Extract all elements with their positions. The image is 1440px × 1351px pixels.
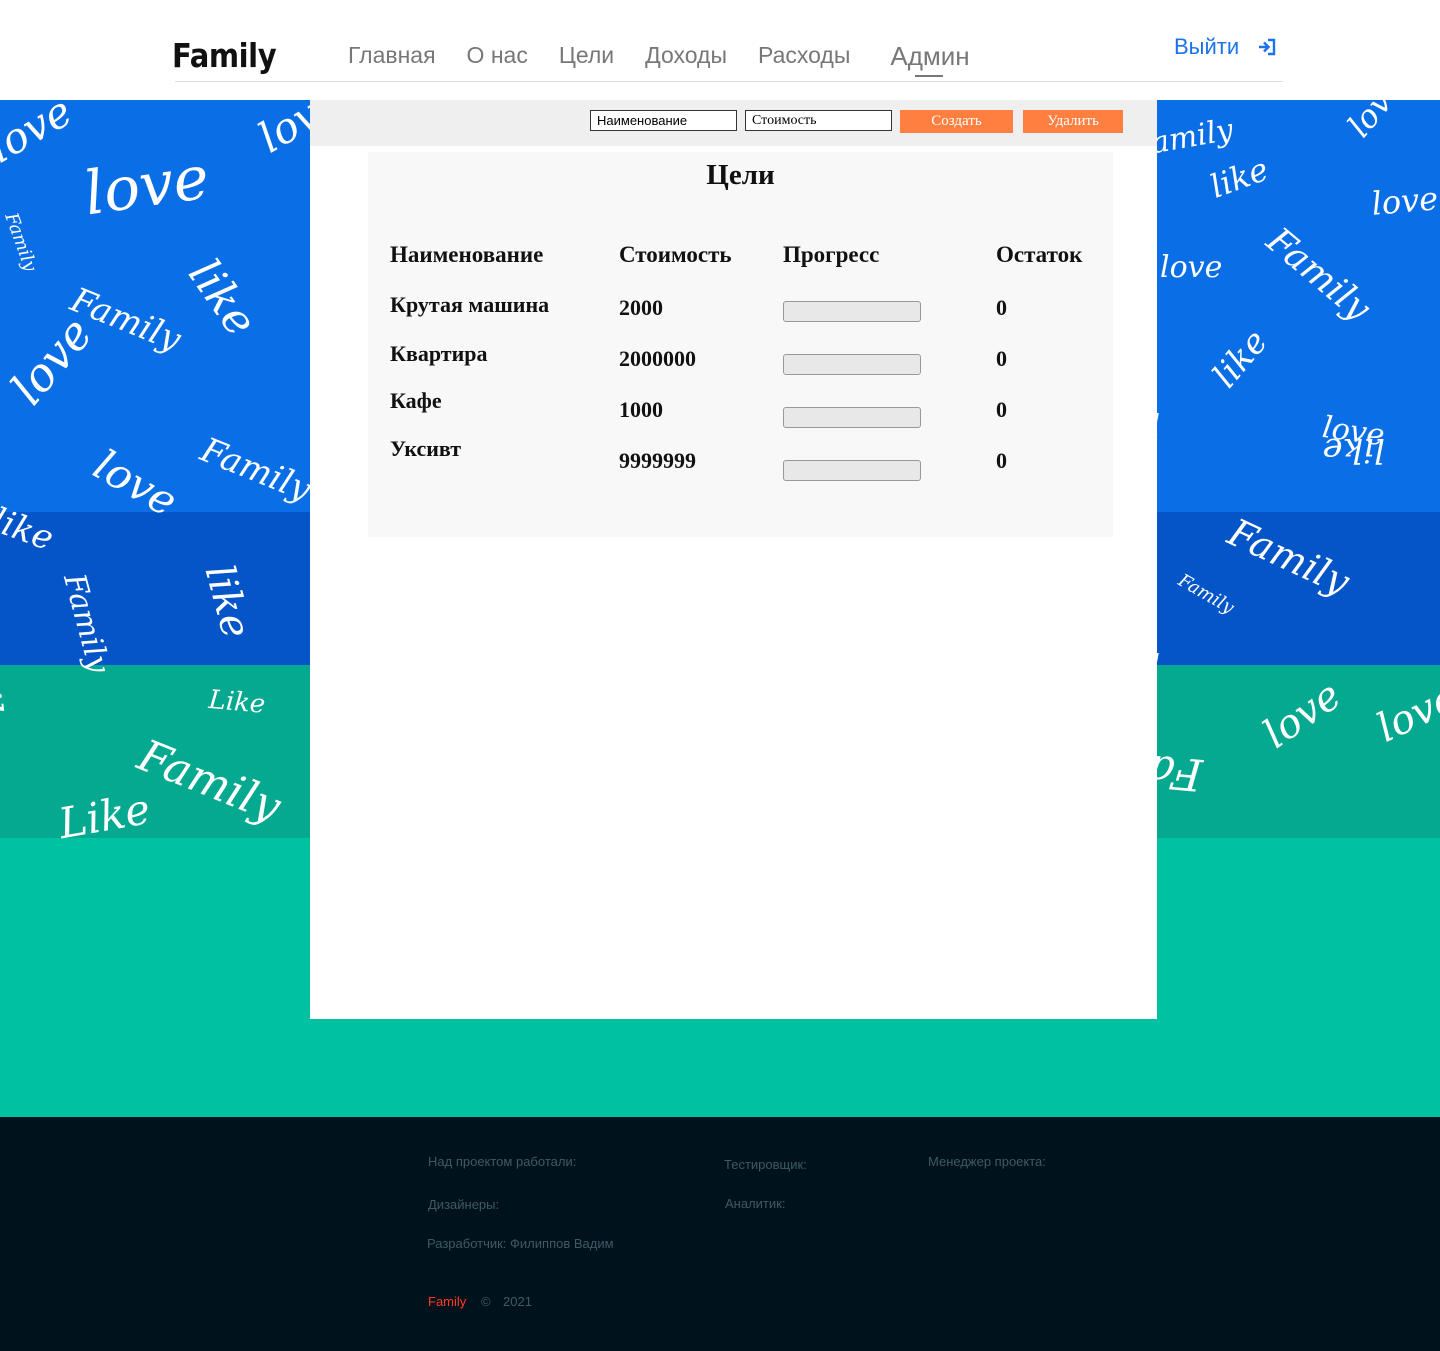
goal-cost: 1000 [619,397,663,422]
nav-home[interactable]: Главная [348,42,436,73]
header-divider [175,81,1283,82]
nav-admin[interactable]: Админ [890,41,970,77]
footer-tester: Тестировщик: [724,1157,807,1172]
delete-button[interactable]: Удалить [1023,110,1123,133]
goal-cost: 9999999 [619,448,696,473]
footer-worked-on: Над проектом работали: [428,1154,577,1169]
main-nav: Главная О нас Цели Доходы Расходы Админ [348,41,1001,77]
goal-remainder: 0 [996,295,1007,320]
progress-bar [783,354,921,375]
active-underline [915,75,944,77]
goal-name: Уксивт [390,436,462,461]
goals-table: Цели Наименование Стоимость Прогресс Ост… [368,152,1113,537]
nav-about[interactable]: О нас [467,42,528,73]
goal-remainder: 0 [996,448,1007,473]
nav-expenses[interactable]: Расходы [758,42,850,73]
goal-name: Кафе [390,388,442,413]
footer-brand[interactable]: Family [428,1294,466,1309]
logout-button[interactable]: Выйти [1174,34,1277,60]
goal-cost: 2000 [619,295,663,320]
logout-label: Выйти [1174,34,1240,59]
site-header: Family Главная О нас Цели Доходы Расходы… [0,0,1440,100]
site-logo[interactable]: Family [172,36,277,75]
footer-copyright: © [481,1294,491,1309]
column-header-cost: Стоимость [619,242,732,267]
column-header-remainder: Остаток [996,242,1083,267]
goal-toolbar: Создать Удалить [310,100,1157,146]
progress-bar [783,460,921,481]
progress-bar [783,407,921,428]
footer-developer: Разработчик: Филиппов Вадим [427,1236,614,1251]
footer-analyst: Аналитик: [725,1196,786,1211]
sign-in-icon [1259,38,1276,56]
site-footer: Над проектом работали: Дизайнеры: Разраб… [0,1117,1440,1351]
goal-name-input[interactable] [590,110,737,131]
footer-year: 2021 [503,1294,532,1309]
create-button[interactable]: Создать [900,110,1013,133]
nav-admin-label: Админ [890,41,970,71]
goal-remainder: 0 [996,346,1007,371]
footer-manager: Менеджер проекта: [928,1154,1046,1169]
column-header-progress: Прогресс [783,242,880,267]
nav-income[interactable]: Доходы [645,42,727,73]
goal-name: Квартира [390,341,488,366]
admin-panel: Создать Удалить Цели Наименование Стоимо… [310,100,1157,1019]
goals-title: Цели [706,159,775,191]
footer-designers: Дизайнеры: [428,1197,500,1212]
goal-name: Крутая машина [390,292,550,317]
goal-cost: 2000000 [619,346,696,371]
nav-goals[interactable]: Цели [559,42,614,73]
goal-remainder: 0 [996,397,1007,422]
goal-cost-input[interactable] [745,110,892,131]
column-header-name: Наименование [390,242,544,267]
progress-bar [783,301,921,322]
